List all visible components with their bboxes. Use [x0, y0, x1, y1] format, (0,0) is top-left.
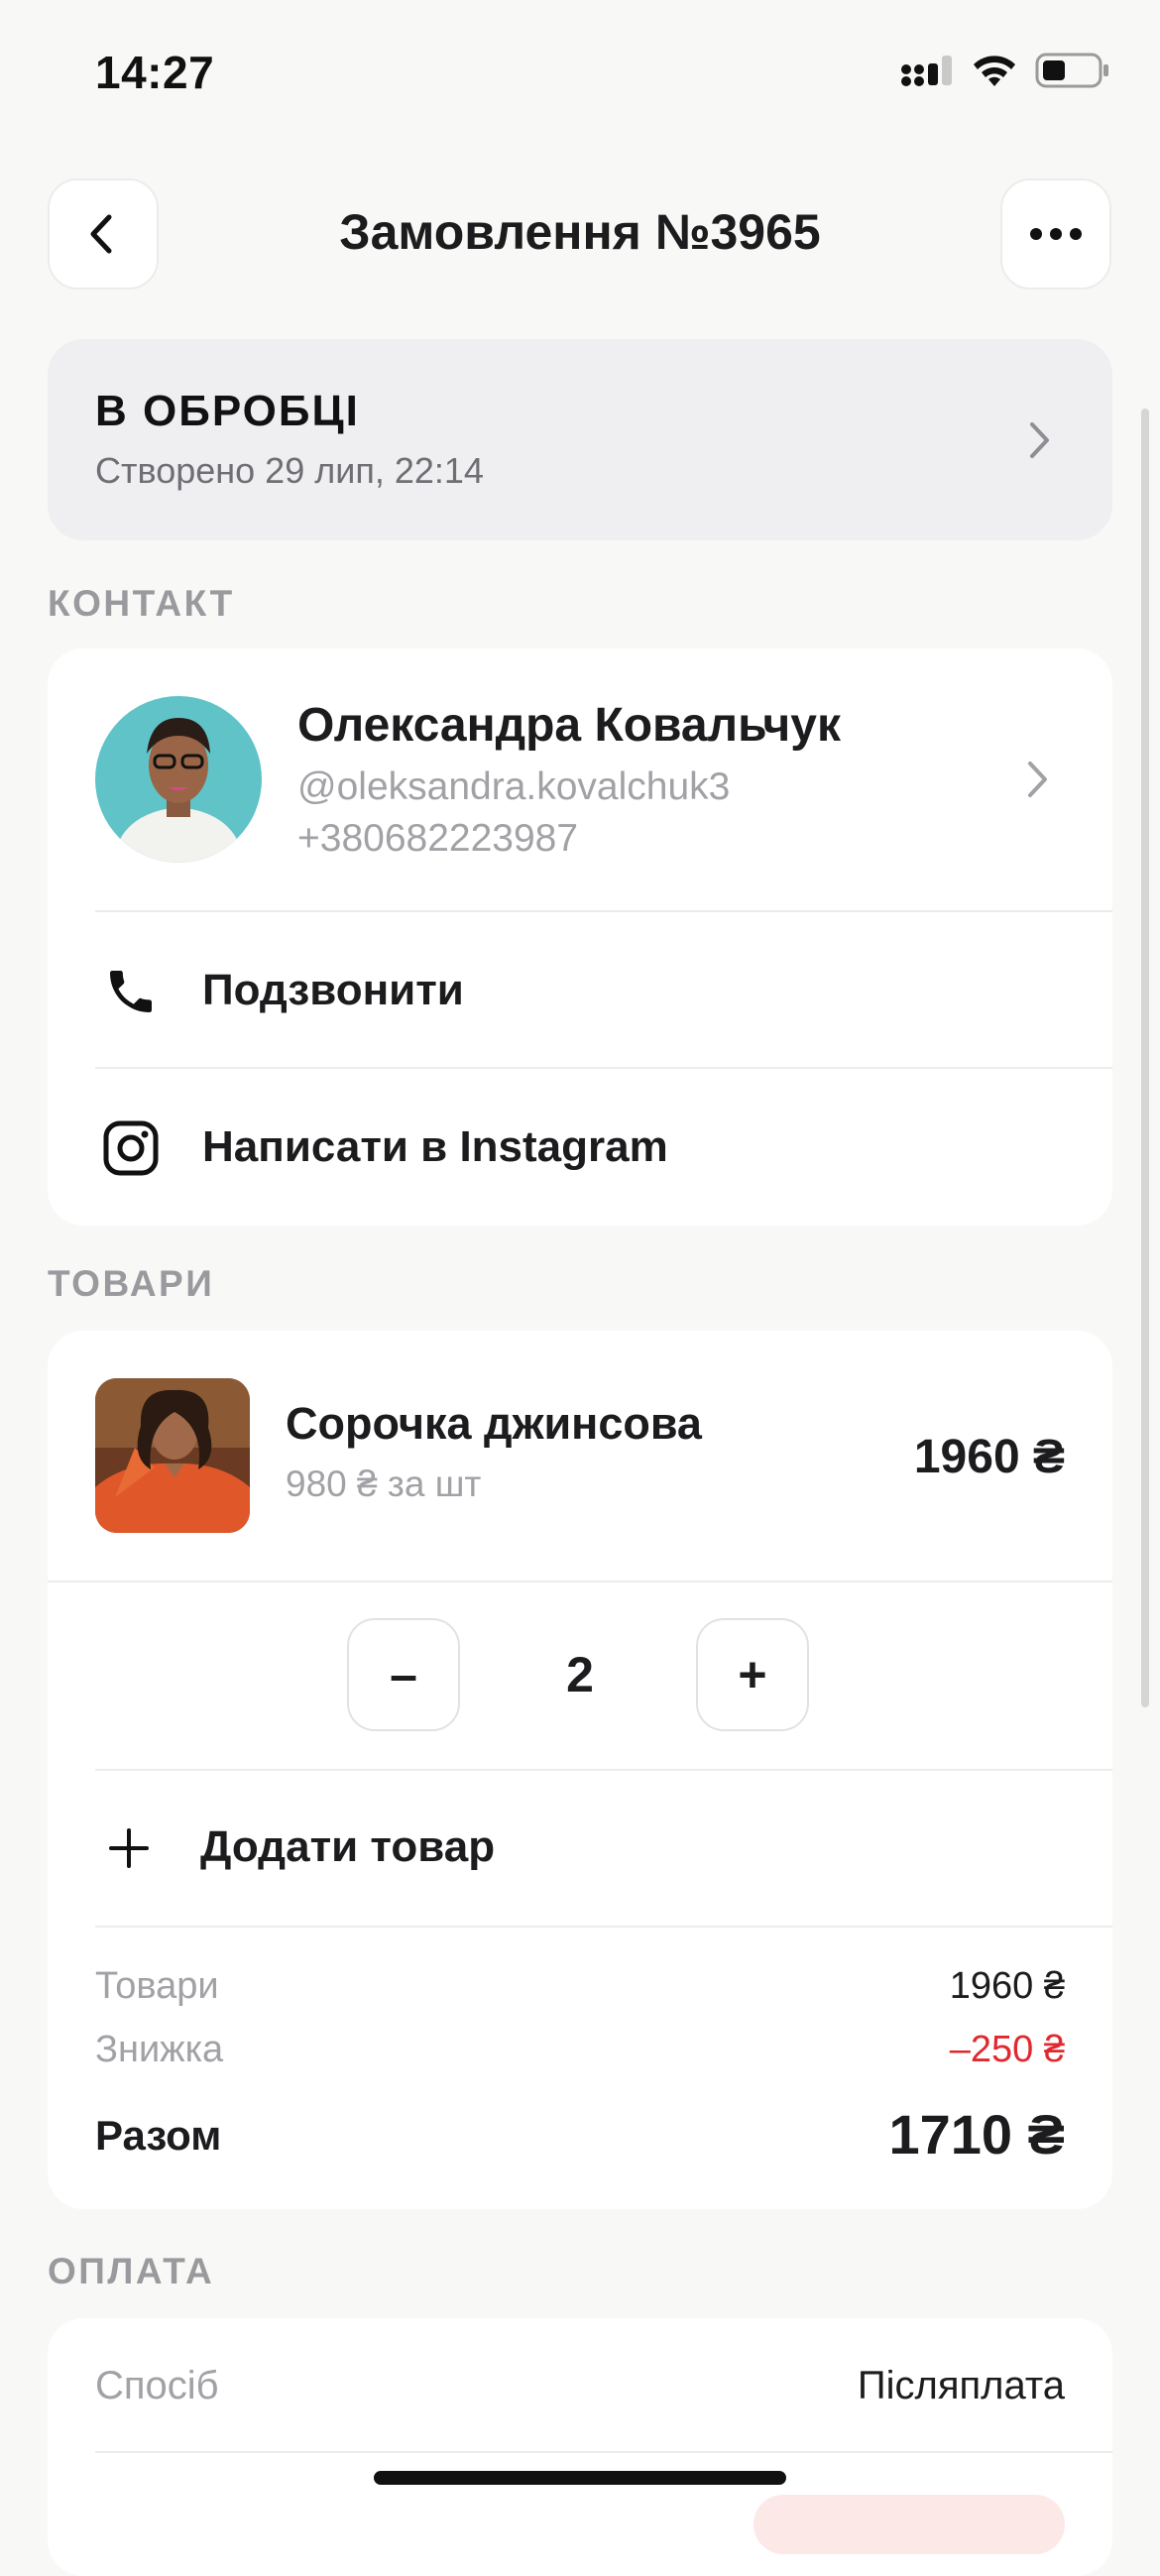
- contact-phone: +380682223987: [297, 817, 579, 860]
- status-bar-time: 14:27: [95, 47, 215, 98]
- instagram-icon: [103, 1120, 159, 1176]
- payment-section-label: ОПЛАТА: [48, 2251, 215, 2291]
- product-item[interactable]: Сорочка джинсова 980 ₴ за шт 1960 ₴: [48, 1331, 1112, 1581]
- battery-icon: [1035, 53, 1108, 88]
- payment-card: Спосіб Післяплата: [48, 2318, 1112, 2576]
- divider: [95, 2451, 1112, 2453]
- divider: [95, 1926, 1112, 1928]
- order-created-date: Створено 29 лип, 22:14: [95, 450, 484, 491]
- plus-icon: [109, 1828, 149, 1868]
- quantity-stepper: – 2 +: [48, 1582, 1112, 1771]
- payment-status-badge: [754, 2495, 1065, 2554]
- products-section-label: ТОВАРИ: [48, 1263, 215, 1304]
- chevron-right-icon: [1030, 422, 1049, 458]
- add-product-label: Додати товар: [200, 1822, 496, 1871]
- product-total-price: 1960 ₴: [913, 1431, 1065, 1483]
- quantity-value: 2: [566, 1647, 594, 1702]
- call-button[interactable]: Подзвонити: [48, 912, 1112, 1067]
- order-status-label: В ОБРОБЦІ: [95, 387, 360, 435]
- more-horizontal-icon: [1030, 228, 1082, 240]
- payment-method-value: Післяплата: [857, 2364, 1065, 2407]
- add-product-button[interactable]: Додати товар: [48, 1771, 1112, 1926]
- summary-discount-label: Знижка: [95, 2029, 224, 2070]
- products-card: Сорочка джинсова 980 ₴ за шт 1960 ₴ – 2 …: [48, 1331, 1112, 2209]
- contact-profile-row[interactable]: Олександра Ковальчук @oleksandra.kovalch…: [48, 648, 1112, 912]
- order-status-card[interactable]: В ОБРОБЦІ Створено 29 лип, 22:14: [48, 339, 1112, 540]
- chevron-right-icon: [1028, 761, 1047, 797]
- status-bar-icons: [900, 52, 1110, 89]
- product-name: Сорочка джинсова: [286, 1398, 702, 1449]
- plus-icon: +: [738, 1647, 767, 1702]
- wifi-icon: [974, 56, 1015, 86]
- instagram-message-button[interactable]: Написати в Instagram: [48, 1069, 1112, 1226]
- contact-card: Олександра Ковальчук @oleksandra.kovalch…: [48, 648, 1112, 1226]
- cellular-signal-icon: [901, 56, 952, 86]
- summary-discount-value: –250 ₴: [949, 2029, 1065, 2070]
- home-indicator: [374, 2471, 786, 2485]
- payment-method-row[interactable]: Спосіб Післяплата: [48, 2318, 1112, 2451]
- instagram-label: Написати в Instagram: [202, 1122, 668, 1171]
- summary-items-value: 1960 ₴: [949, 1965, 1065, 2007]
- minus-icon: –: [390, 1647, 417, 1702]
- scrollbar[interactable]: [1141, 409, 1149, 1707]
- contact-name: Олександра Ковальчук: [297, 699, 841, 752]
- avatar: [95, 696, 262, 863]
- increase-quantity-button[interactable]: +: [696, 1618, 809, 1731]
- page-title: Замовлення №3965: [339, 204, 821, 260]
- decrease-quantity-button[interactable]: –: [347, 1618, 460, 1731]
- phone-icon: [110, 971, 152, 1012]
- contact-section-label: КОНТАКТ: [48, 583, 235, 624]
- product-unit-price: 980 ₴ за шт: [286, 1464, 482, 1504]
- call-label: Подзвонити: [202, 966, 464, 1014]
- payment-method-label: Спосіб: [95, 2364, 219, 2407]
- more-options-button[interactable]: [1000, 178, 1111, 290]
- contact-handle: @oleksandra.kovalchuk3: [297, 765, 731, 808]
- product-image: [95, 1378, 250, 1533]
- summary-total-label: Разом: [95, 2112, 222, 2159]
- summary-total-value: 1710 ₴: [888, 2103, 1066, 2166]
- summary-items-label: Товари: [95, 1965, 219, 2007]
